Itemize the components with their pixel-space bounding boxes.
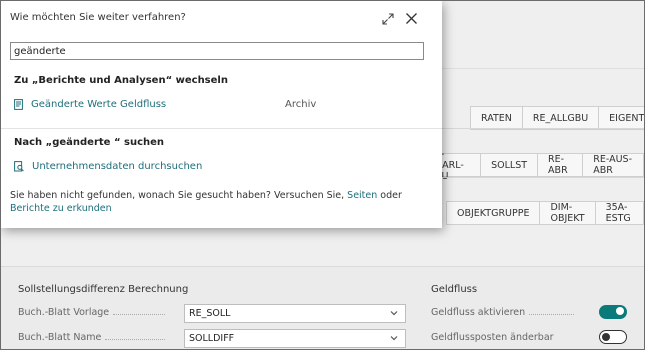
toggle-label-aktivieren: Geldfluss aktivieren	[431, 307, 575, 318]
search-input[interactable]	[10, 42, 424, 60]
result-link[interactable]: Geänderte Werte Geldfluss	[31, 99, 166, 110]
tell-me-dialog: Wie möchten Sie weiter verfahren? Zu „Be…	[1, 1, 442, 228]
chevron-down-icon	[390, 311, 398, 316]
footer-text: Sie haben nicht gefunden, wonach Sie ges…	[10, 190, 348, 201]
action-tab[interactable]: RE-ABR	[537, 153, 584, 177]
geldflussposten-aenderbar-toggle[interactable]	[599, 330, 627, 344]
field-label-vorlage: Buch.-Blatt Vorlage	[18, 307, 166, 318]
section-title-sollstellung: Sollstellungsdifferenz Berechnung	[18, 284, 189, 295]
action-tab-row-2: E-DARL-BU SOLLST RE-ABR RE-AUS-ABR	[424, 149, 644, 182]
dotted-leader	[529, 314, 575, 315]
select-value: SOLLDIFF	[189, 333, 235, 344]
field-label-text: Buch.-Blatt Name	[18, 332, 102, 343]
action-tab[interactable]: RE-AUS-ABR	[582, 153, 644, 177]
action-tab[interactable]: SOLLST	[480, 153, 539, 177]
dialog-title: Wie möchten Sie weiter verfahren?	[10, 12, 186, 23]
action-tab[interactable]: 35A-ESTG	[594, 201, 644, 225]
dotted-leader	[113, 314, 166, 315]
geldfluss-aktivieren-toggle[interactable]	[599, 305, 627, 319]
expand-icon[interactable]	[380, 11, 396, 27]
action-tab[interactable]: RE_ALLGBU	[521, 106, 600, 130]
chevron-down-icon	[390, 336, 398, 341]
action-tab-row-3: OBJEKTGRUPPE DIM-OBJEKT 35A-ESTG	[446, 201, 644, 225]
action-tab[interactable]: OBJEKTGRUPPE	[446, 201, 541, 225]
dialog-footer: Sie haben nicht gefunden, wonach Sie ges…	[10, 189, 430, 215]
field-label-name: Buch.-Blatt Name	[18, 332, 166, 343]
result-link[interactable]: Unternehmensdaten durchsuchen	[32, 161, 202, 172]
action-tab-row-1: RATEN RE_ALLGBU EIGENTÜMER	[470, 106, 644, 130]
group-divider	[1, 128, 442, 129]
field-label-text: Buch.-Blatt Vorlage	[18, 307, 110, 318]
reports-link[interactable]: Berichte zu erkunden	[10, 203, 112, 214]
group-title-suchen: Nach „geänderte “ suchen	[14, 137, 165, 148]
vorlage-select[interactable]: RE_SOLL	[184, 304, 406, 323]
name-select[interactable]: SOLLDIFF	[184, 329, 406, 348]
dotted-leader	[105, 339, 166, 340]
settings-area: Sollstellungsdifferenz Berechnung Buch.-…	[1, 266, 644, 349]
result-item[interactable]: Unternehmensdaten durchsuchen	[14, 161, 202, 172]
report-icon	[14, 99, 23, 110]
toggle-label-text: Geldflussposten änderbar	[431, 332, 554, 343]
action-tab[interactable]: RATEN	[470, 106, 523, 130]
group-title-berichte: Zu „Berichte und Analysen“ wechseln	[14, 75, 228, 86]
action-tab[interactable]: EIGENTÜMER	[598, 106, 644, 130]
close-icon[interactable]	[403, 10, 419, 26]
toggle-label-text: Geldfluss aktivieren	[431, 307, 526, 318]
pages-link[interactable]: Seiten	[347, 190, 377, 201]
action-tab[interactable]: DIM-OBJEKT	[539, 201, 596, 225]
toggle-label-aenderbar: Geldflussposten änderbar	[431, 332, 554, 343]
toggle-knob	[602, 332, 610, 341]
search-data-icon	[14, 161, 24, 172]
select-value: RE_SOLL	[189, 308, 231, 319]
footer-text: oder	[377, 190, 402, 201]
section-title-geldfluss: Geldfluss	[431, 284, 478, 295]
toggle-knob	[616, 307, 624, 315]
app-frame: RATEN RE_ALLGBU EIGENTÜMER E-DARL-BU SOL…	[0, 0, 645, 350]
result-item[interactable]: Geänderte Werte Geldfluss	[14, 99, 166, 110]
result-category: Archiv	[285, 99, 317, 110]
